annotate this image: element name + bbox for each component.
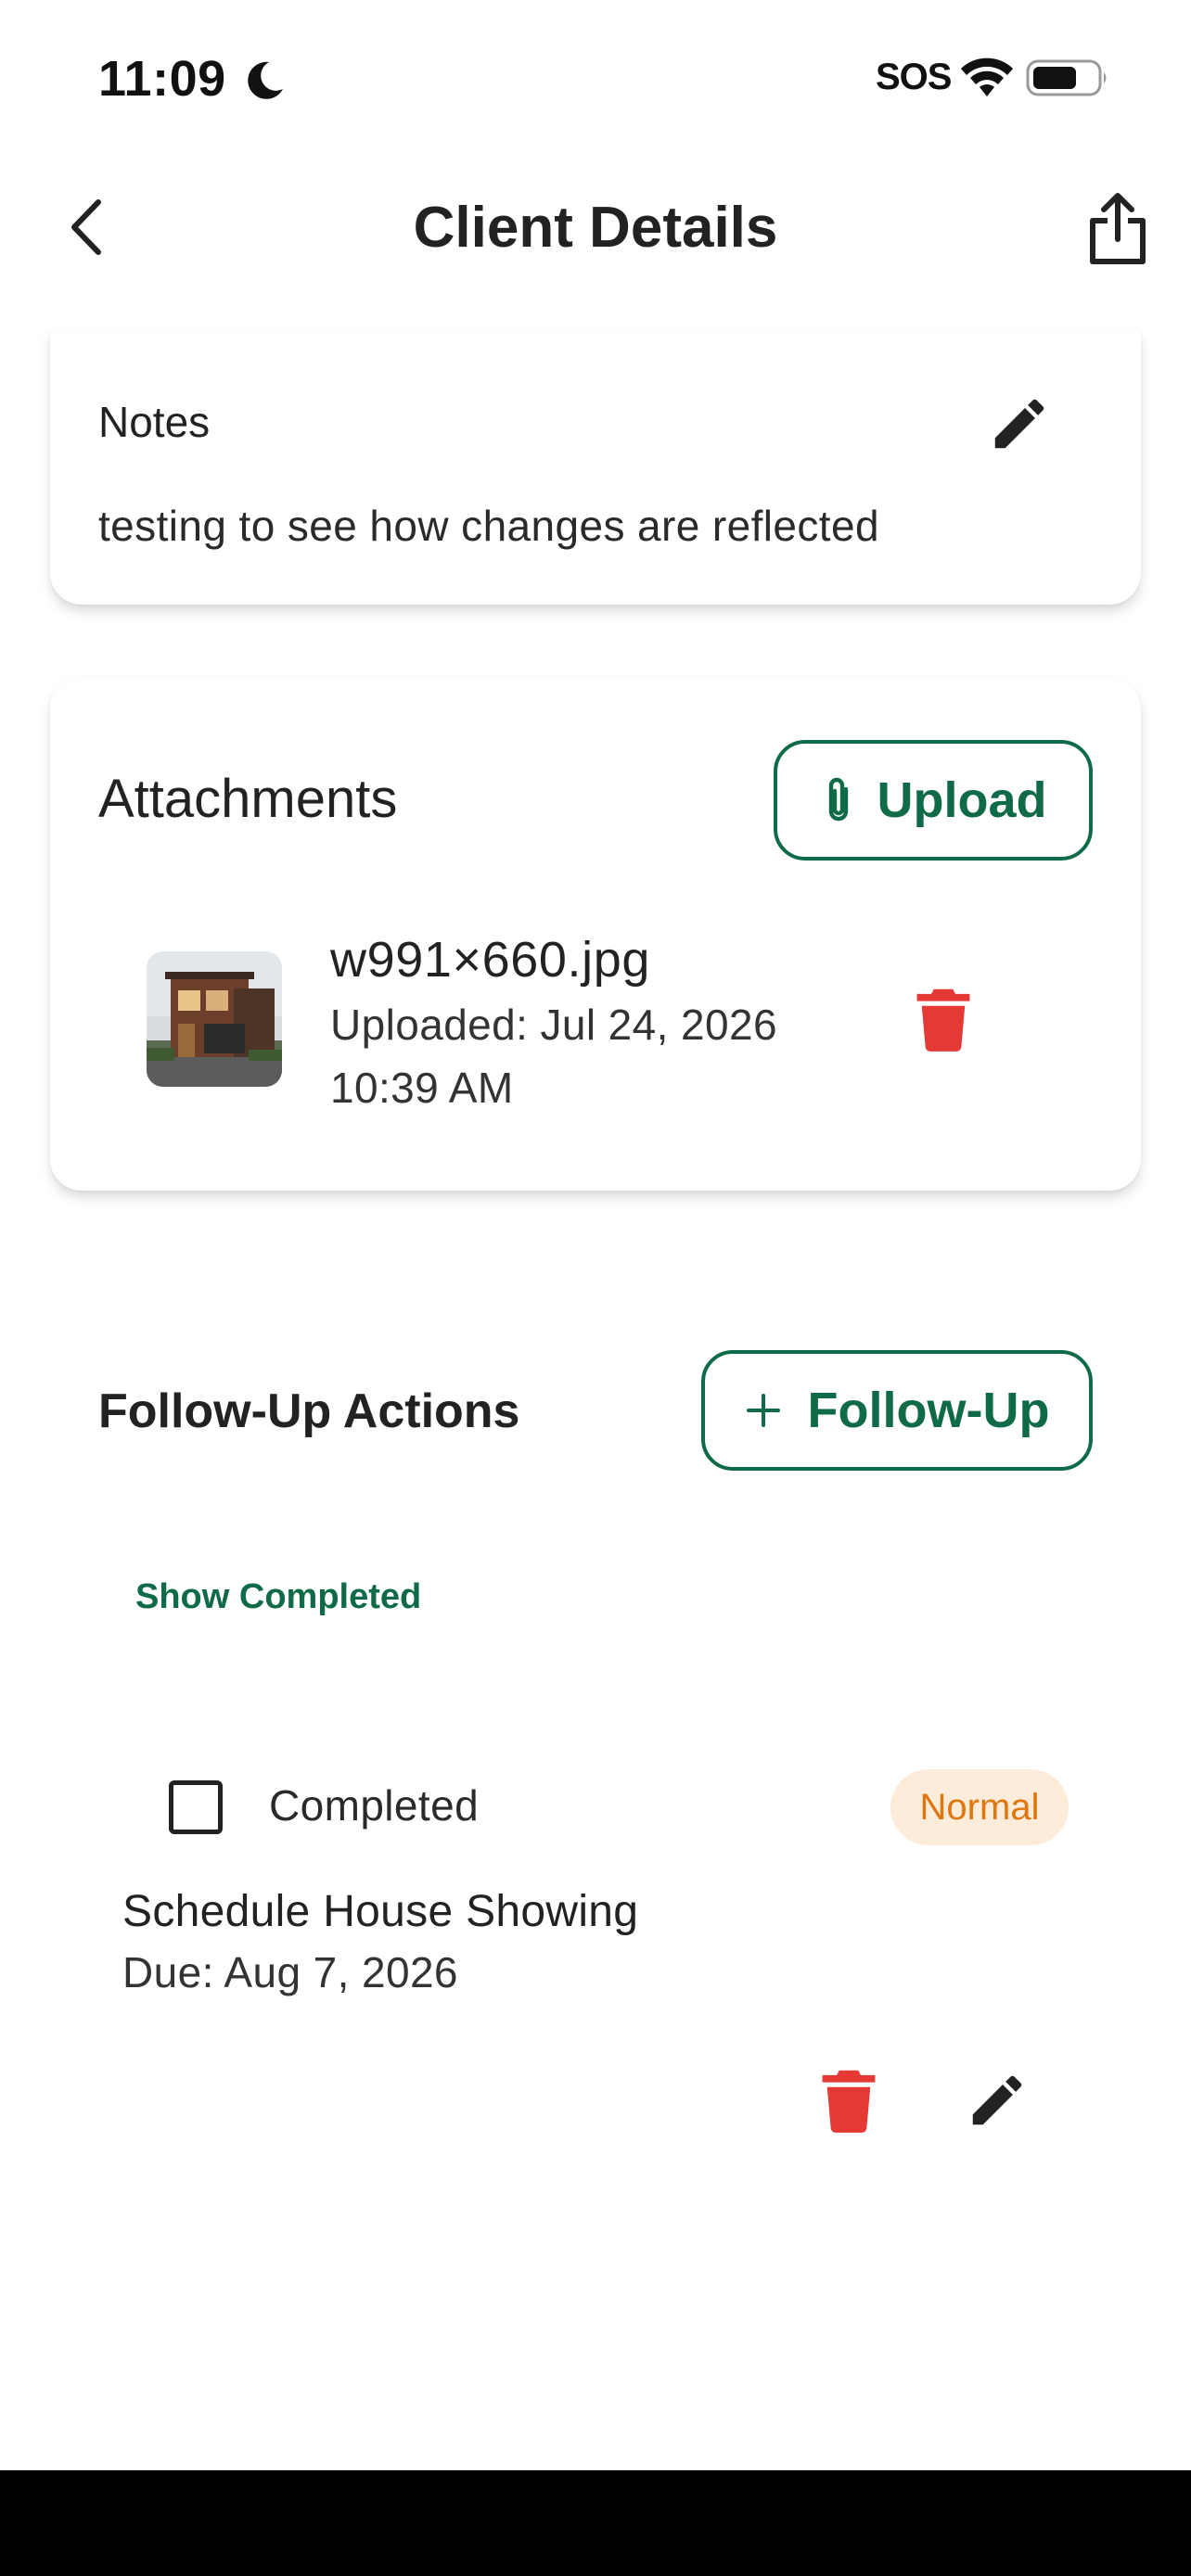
upload-button[interactable]: Upload [774, 740, 1093, 861]
notes-card [50, 330, 1141, 605]
page-title: Client Details [413, 196, 778, 260]
pencil-icon[interactable] [965, 2068, 1030, 2133]
completed-checkbox[interactable] [169, 1780, 223, 1834]
trash-icon[interactable] [820, 2068, 877, 2133]
battery-icon [1026, 59, 1107, 96]
follow-up-title: Follow-Up Actions [98, 1384, 520, 1438]
plus-icon [746, 1394, 780, 1427]
follow-up-item-title: Schedule House Showing [122, 1887, 639, 1936]
priority-badge: Normal [890, 1769, 1069, 1845]
upload-label: Upload [877, 772, 1047, 828]
bottom-bar [0, 2470, 1191, 2576]
attachment-uploaded-time: 10:39 AM [330, 1064, 514, 1112]
follow-up-item-due: Due: Aug 7, 2026 [122, 1948, 458, 1996]
completed-label: Completed [269, 1781, 480, 1830]
carrier-label: SOS [876, 57, 952, 97]
status-time: 11:09 [98, 51, 226, 107]
paperclip-icon [828, 777, 848, 822]
notes-title: Notes [98, 398, 211, 446]
house-photo [147, 951, 282, 1087]
show-completed-toggle[interactable]: Show Completed [135, 1573, 421, 1621]
attachment-uploaded-date: Uploaded: Jul 24, 2026 [330, 1001, 777, 1049]
attachment-filename[interactable]: w991×660.jpg [330, 925, 650, 994]
attachments-title: Attachments [98, 769, 398, 829]
pencil-icon[interactable] [987, 391, 1052, 456]
add-follow-up-label: Follow-Up [807, 1383, 1050, 1438]
share-icon[interactable] [1083, 191, 1152, 267]
attachment-thumbnail[interactable] [147, 951, 282, 1087]
trash-icon[interactable] [915, 987, 972, 1052]
add-follow-up-button[interactable]: Follow-Up [701, 1350, 1093, 1471]
notes-text: testing to see how changes are reflected [98, 502, 879, 550]
moon-icon [248, 61, 283, 99]
wifi-icon [961, 57, 1013, 96]
priority-label: Normal [919, 1786, 1040, 1828]
